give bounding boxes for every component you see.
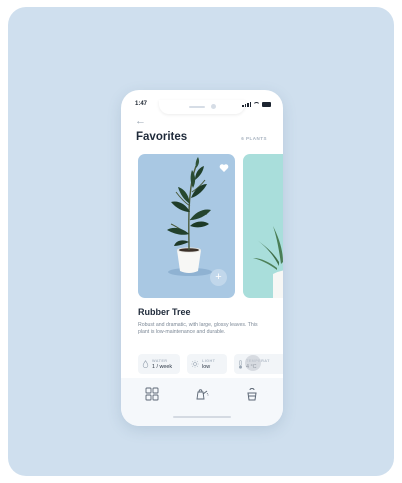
care-light-text: LIGHT low xyxy=(202,359,215,370)
speaker-icon xyxy=(189,106,205,108)
battery-icon xyxy=(262,102,271,107)
status-time: 1:47 xyxy=(135,101,148,107)
care-water: WATER 1 / week xyxy=(138,354,180,374)
plant-count: 6 PLANTS xyxy=(241,136,267,141)
camera-icon xyxy=(211,104,216,109)
status-icons xyxy=(242,102,271,107)
phone-notch xyxy=(159,100,245,114)
water-drop-icon xyxy=(142,360,149,368)
status-bar: 1:47 xyxy=(121,100,283,114)
page-title: Favorites xyxy=(136,131,188,143)
plant-name: Rubber Tree xyxy=(138,307,191,317)
care-light-label: LIGHT xyxy=(202,358,216,363)
touch-indicator xyxy=(245,355,261,371)
signal-icon xyxy=(242,102,251,107)
plant-card-next[interactable] xyxy=(243,154,283,298)
plant-card[interactable]: + xyxy=(138,154,235,298)
home-indicator[interactable] xyxy=(173,416,231,418)
phone-frame: 1:47 ← Favorites 6 PLANTS + Rubber Tree … xyxy=(121,90,283,426)
add-button[interactable]: + xyxy=(210,269,227,286)
care-light-value: low xyxy=(202,363,211,370)
sun-icon xyxy=(191,360,199,368)
wifi-icon xyxy=(253,102,260,107)
plant-description: Robust and dramatic, with large, glossy … xyxy=(138,322,258,335)
grid-icon[interactable] xyxy=(145,387,159,401)
bottom-nav xyxy=(121,378,283,426)
care-water-text: WATER 1 / week xyxy=(152,359,172,370)
care-water-value: 1 / week xyxy=(152,363,173,370)
watering-can-icon[interactable] xyxy=(195,387,209,401)
care-light: LIGHT low xyxy=(187,354,227,374)
care-water-label: WATER xyxy=(152,358,168,363)
thermometer-icon xyxy=(239,359,242,369)
plant-image-next xyxy=(253,226,283,298)
potted-plant-icon[interactable] xyxy=(245,387,259,401)
arrow-left-icon[interactable]: ← xyxy=(135,116,146,127)
